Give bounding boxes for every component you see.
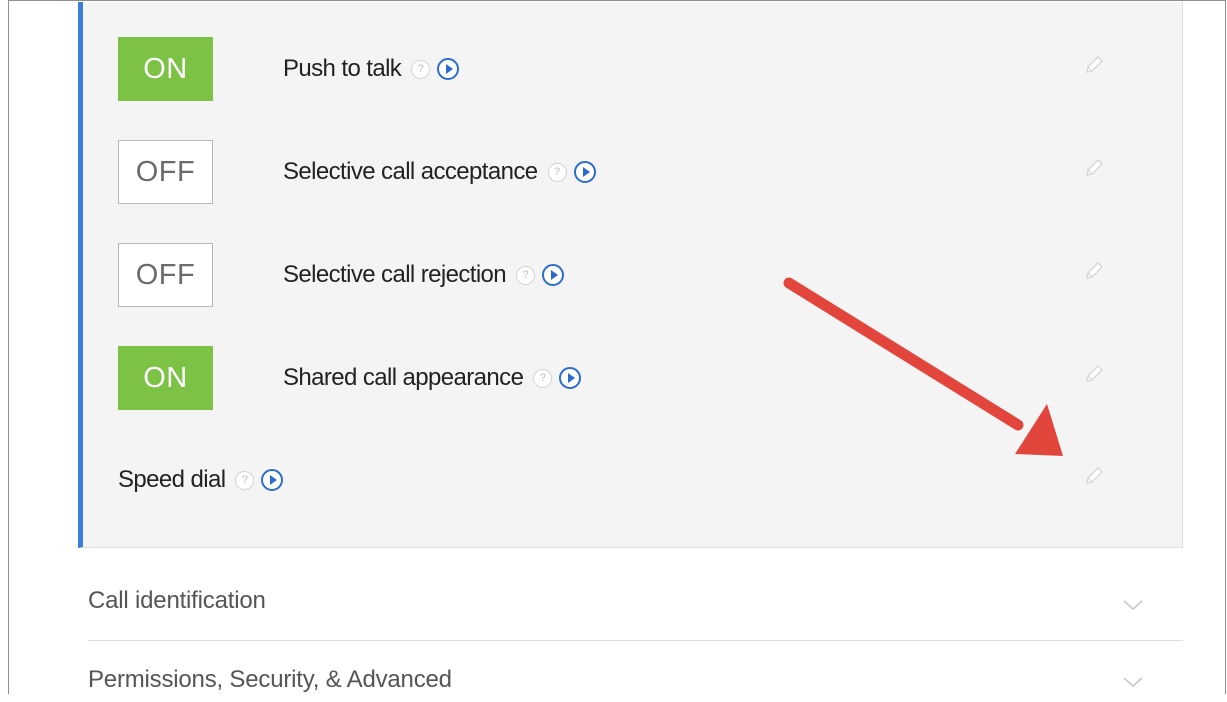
play-icon[interactable] <box>573 161 596 183</box>
shared-call-appearance-toggle[interactable]: ON <box>118 346 213 410</box>
play-icon[interactable] <box>559 367 582 389</box>
pencil-icon[interactable] <box>1079 51 1107 79</box>
feature-label-wrap: Shared call appearance ? <box>283 346 582 410</box>
speed-dial-label: Speed dial <box>118 466 226 493</box>
expanded-feature-panel: ON Push to talk ? OFF Selective call acc… <box>78 2 1183 548</box>
feature-label-wrap: Speed dial ? <box>118 448 284 512</box>
play-icon[interactable] <box>437 58 460 80</box>
selective-call-acceptance-toggle[interactable]: OFF <box>118 140 213 204</box>
help-icon[interactable]: ? <box>411 59 431 79</box>
section-title: Call identification <box>88 587 266 614</box>
chevron-down-icon[interactable] <box>1122 599 1144 611</box>
play-icon[interactable] <box>261 469 284 491</box>
section-title: Permissions, Security, & Advanced <box>88 666 452 693</box>
pencil-icon[interactable] <box>1079 154 1107 182</box>
selective-call-acceptance-label: Selective call acceptance <box>283 158 538 185</box>
section-permissions-security-advanced[interactable]: Permissions, Security, & Advanced <box>88 642 1183 702</box>
pencil-icon[interactable] <box>1079 257 1107 285</box>
feature-label-wrap: Selective call acceptance ? <box>283 140 596 204</box>
selective-call-rejection-toggle[interactable]: OFF <box>118 243 213 307</box>
settings-frame: ON Push to talk ? OFF Selective call acc… <box>8 0 1226 694</box>
feature-label-wrap: Selective call rejection ? <box>283 243 565 307</box>
selective-call-rejection-label: Selective call rejection <box>283 261 507 288</box>
help-icon[interactable]: ? <box>516 265 536 285</box>
section-call-identification[interactable]: Call identification <box>88 549 1183 641</box>
pencil-icon[interactable] <box>1079 462 1107 490</box>
feature-row-selective-call-rejection: OFF Selective call rejection ? <box>83 243 1182 309</box>
feature-row-speed-dial: Speed dial ? <box>83 448 1182 514</box>
help-icon[interactable]: ? <box>533 368 553 388</box>
pencil-icon[interactable] <box>1079 360 1107 388</box>
push-to-talk-toggle[interactable]: ON <box>118 37 213 101</box>
play-icon[interactable] <box>542 264 565 286</box>
feature-row-shared-call-appearance: ON Shared call appearance ? <box>83 346 1182 412</box>
shared-call-appearance-label: Shared call appearance <box>283 364 524 391</box>
feature-row-push-to-talk: ON Push to talk ? <box>83 37 1182 103</box>
feature-row-selective-call-acceptance: OFF Selective call acceptance ? <box>83 140 1182 206</box>
chevron-down-icon[interactable] <box>1122 676 1144 688</box>
push-to-talk-label: Push to talk <box>283 55 402 82</box>
help-icon[interactable]: ? <box>547 162 567 182</box>
help-icon[interactable]: ? <box>235 470 255 490</box>
feature-label-wrap: Push to talk ? <box>283 37 460 101</box>
